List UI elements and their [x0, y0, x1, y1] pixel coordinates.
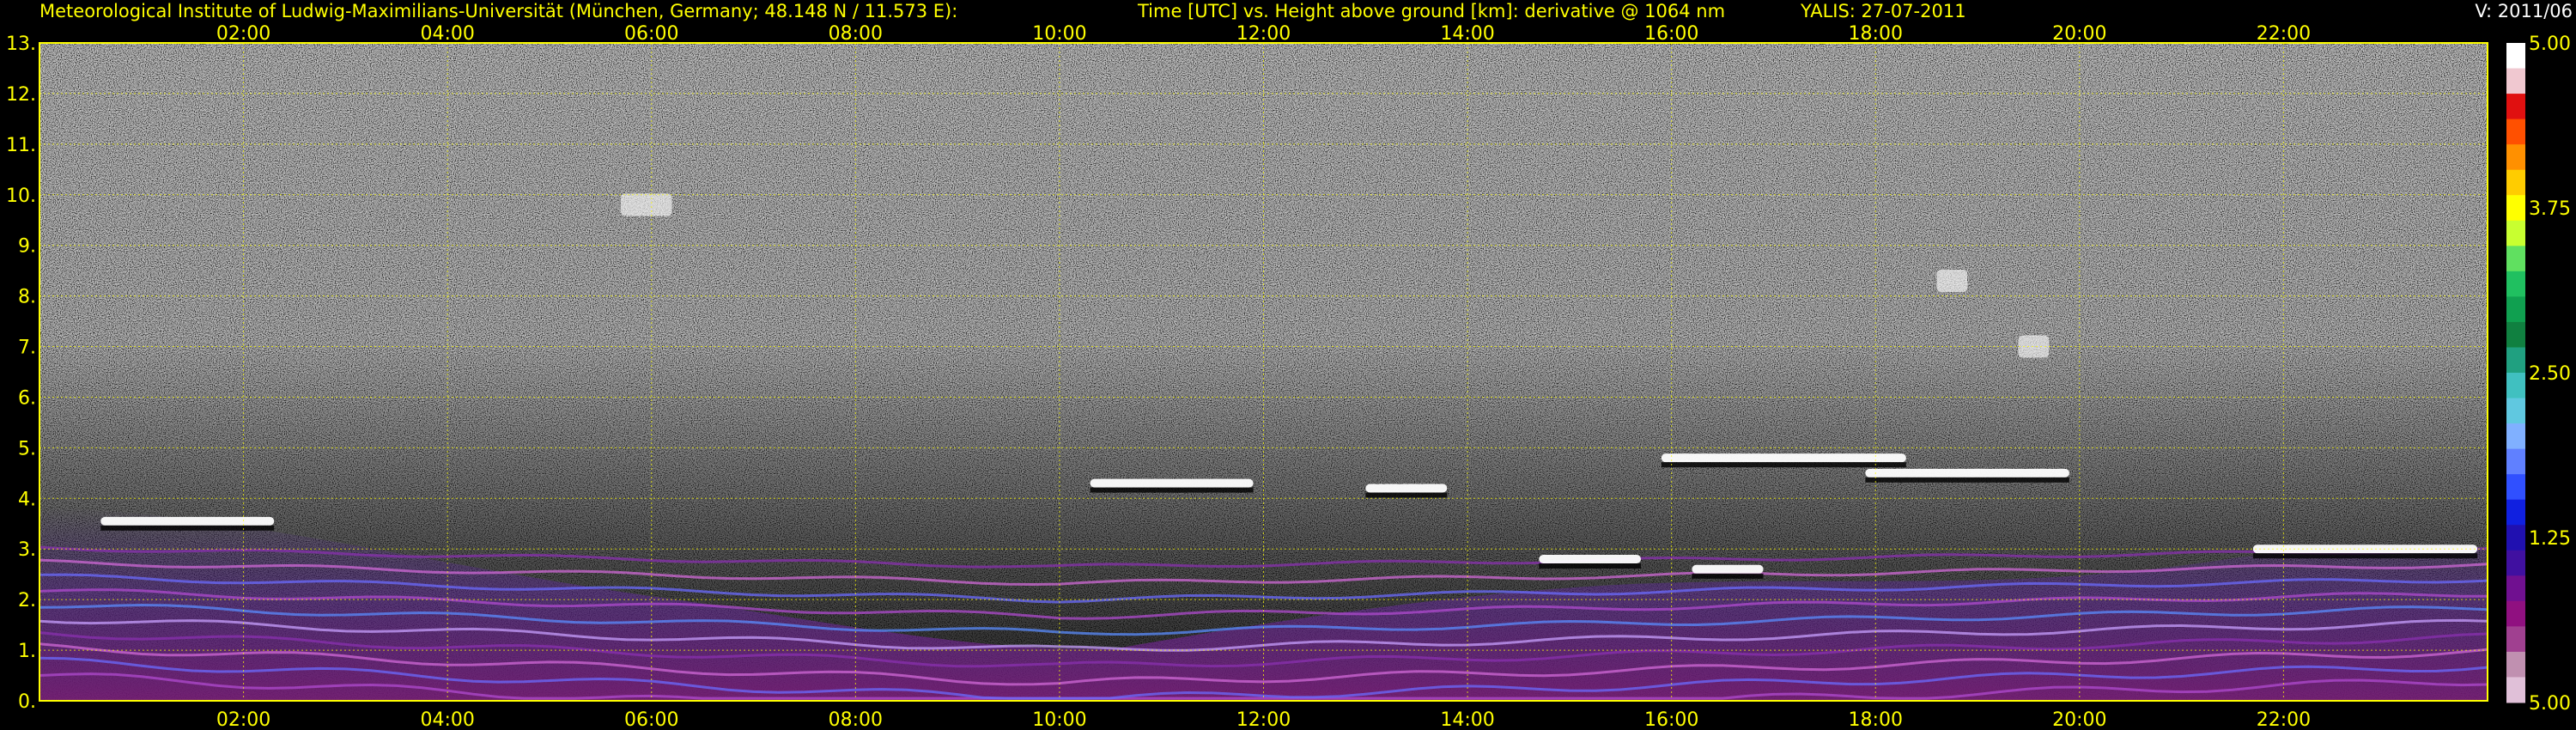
x-tick-label-top: 22:00 [2257, 23, 2311, 45]
y-tick-label: 5. [18, 438, 36, 459]
cloud-shadow [1865, 477, 2069, 483]
cloud-shadow [1539, 563, 1642, 569]
y-tick-label: 7. [18, 338, 36, 359]
colorbar-swatch [2506, 677, 2525, 703]
cloud-layer [1692, 564, 1764, 574]
colorbar-swatch [2506, 321, 2525, 348]
x-tick-label-top: 08:00 [829, 23, 883, 45]
x-tick-label-bottom: 04:00 [420, 709, 474, 730]
x-tick-label-top: 18:00 [1849, 23, 1903, 45]
cloud-layer [1365, 484, 1448, 493]
x-tick-label-top: 14:00 [1440, 23, 1494, 45]
colorbar-swatch [2506, 169, 2525, 196]
cirrus-patch [1936, 269, 1968, 292]
colorbar-swatch [2506, 575, 2525, 602]
x-tick-label-bottom: 02:00 [216, 709, 270, 730]
x-tick-label-top: 04:00 [420, 23, 474, 45]
x-tick-label-top: 16:00 [1644, 23, 1698, 45]
y-axis-labels: 0. 1. 2. 3. 4. 5. 6. 7. 8. 9. 10. 11. 12. 13. [6, 33, 36, 713]
x-tick-label-bottom: 20:00 [2052, 709, 2106, 730]
x-tick-label-top: 12:00 [1236, 23, 1291, 45]
x-tick-label-bottom: 08:00 [829, 709, 883, 730]
x-tick-label-top: 02:00 [216, 23, 270, 45]
cloud-layer [1865, 468, 2069, 478]
x-tick-label-bottom: 06:00 [624, 709, 678, 730]
y-tick-label: 0. [18, 691, 36, 713]
colorbar-swatch [2506, 94, 2525, 120]
x-tick-label-bottom: 22:00 [2257, 709, 2311, 730]
cloud-shadow [2252, 553, 2478, 559]
x-tick-label-bottom: 18:00 [1849, 709, 1903, 730]
y-tick-label: 10. [6, 186, 36, 207]
colorbar-tick-label: 5.00 [2529, 33, 2571, 55]
x-tick-label-bottom: 14:00 [1440, 709, 1494, 730]
colorbar-tick-label: 3.75 [2529, 198, 2571, 220]
colorbar-swatch [2506, 474, 2525, 501]
colorbar-labels: 5.00 3.75 2.50 1.25 5.00 [2529, 33, 2571, 715]
colorbar-tick-label: 1.25 [2529, 528, 2571, 550]
x-tick-label-bottom: 12:00 [1236, 709, 1291, 730]
cloud-shadow [1090, 487, 1254, 493]
colorbar-swatch [2506, 68, 2525, 94]
colorbar-swatch [2506, 119, 2525, 145]
cloud-layer [1661, 453, 1906, 463]
colorbar-swatch [2506, 220, 2525, 246]
y-tick-label: 6. [18, 387, 36, 409]
y-tick-label: 2. [18, 590, 36, 611]
cloud-shadow [1692, 573, 1764, 579]
colorbar-tick-label: 5.00 [2529, 693, 2571, 715]
x-axis-top-labels: 02:00 04:00 06:00 08:00 10:00 12:00 14:00 16:00… [216, 23, 2311, 45]
x-tick-label-top: 10:00 [1032, 23, 1086, 45]
colorbar-swatch [2506, 626, 2525, 653]
y-tick-label: 11. [6, 135, 36, 156]
cirrus-patch [621, 193, 672, 216]
colorbar-swatch [2506, 195, 2525, 222]
colorbar-swatch [2506, 423, 2525, 450]
lidar-quicklook-chart: 02:00 04:00 06:00 08:00 10:00 12:00 14:00 16:00… [6, 23, 2571, 730]
colorbar-swatch [2506, 144, 2525, 171]
y-tick-label: 13. [6, 33, 36, 55]
colorbar-swatch [2506, 271, 2525, 297]
colorbar-swatch [2506, 448, 2525, 475]
colorbar-swatch [2506, 43, 2525, 70]
colorbar-swatch [2506, 246, 2525, 272]
colorbar-tick-label: 2.50 [2529, 363, 2571, 385]
y-tick-label: 3. [18, 539, 36, 561]
y-tick-label: 1. [18, 641, 36, 662]
colorbar [2506, 43, 2525, 703]
colorbar-swatch [2506, 296, 2525, 323]
x-tick-label-top: 20:00 [2052, 23, 2106, 45]
colorbar-swatch [2506, 525, 2525, 551]
x-tick-label-bottom: 10:00 [1032, 709, 1086, 730]
x-tick-label-top: 06:00 [624, 23, 678, 45]
y-tick-label: 9. [18, 236, 36, 258]
cirrus-patch [2018, 335, 2050, 358]
cloud-layer [1539, 555, 1642, 564]
x-axis-bottom-labels: 02:00 04:00 06:00 08:00 10:00 12:00 14:00 16:00… [216, 709, 2311, 730]
cloud-layer [1090, 478, 1254, 488]
x-tick-label-bottom: 16:00 [1644, 709, 1698, 730]
y-tick-label: 4. [18, 489, 36, 510]
colorbar-swatch [2506, 347, 2525, 374]
cloud-shadow [100, 525, 275, 531]
colorbar-swatch [2506, 550, 2525, 576]
colorbar-swatch [2506, 499, 2525, 526]
cloud-shadow [1365, 492, 1448, 498]
colorbar-swatch [2506, 651, 2525, 678]
cloud-shadow [1661, 462, 1906, 468]
colorbar-swatch [2506, 600, 2525, 627]
colorbar-swatch [2506, 373, 2525, 399]
plot-area [39, 43, 2488, 701]
y-tick-label: 8. [18, 287, 36, 308]
cloud-layer [100, 516, 275, 526]
y-tick-label: 12. [6, 84, 36, 106]
colorbar-swatch [2506, 398, 2525, 424]
